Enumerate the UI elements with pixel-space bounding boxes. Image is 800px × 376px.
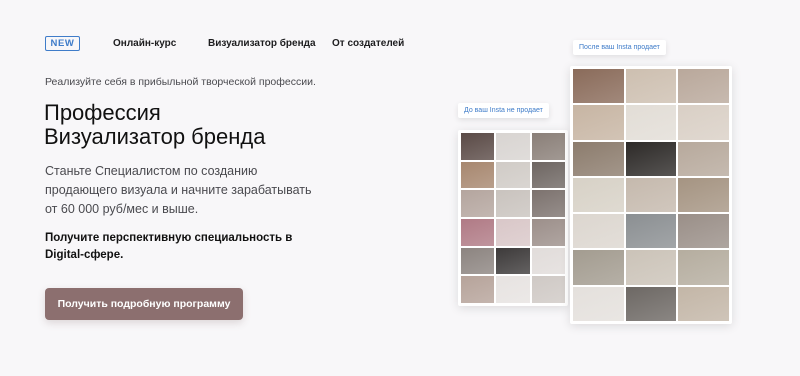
- photo-tile: [531, 247, 565, 275]
- nav-online-course[interactable]: Онлайн-курс: [113, 38, 176, 49]
- photo-tile: [625, 286, 677, 321]
- photo-tile: [461, 190, 495, 217]
- photo-tile: [678, 250, 729, 285]
- photo-tile: [531, 190, 565, 217]
- photo-tile: [625, 141, 677, 176]
- title-line-2: Визуализатор бренда: [44, 124, 266, 149]
- photo-tile: [496, 247, 530, 275]
- photo-tile: [625, 177, 677, 213]
- photo-tile: [573, 105, 624, 140]
- photo-tile: [461, 276, 495, 303]
- photo-tile: [496, 276, 530, 303]
- photo-tile: [531, 218, 565, 246]
- photo-tile: [461, 133, 495, 160]
- photo-tile: [678, 69, 729, 104]
- photo-tile: [461, 218, 495, 246]
- new-badge: NEW: [45, 36, 80, 51]
- instagram-after-mockup: [570, 66, 732, 324]
- nav-from-creators[interactable]: От создателей: [332, 38, 404, 49]
- photo-tile: [496, 218, 530, 246]
- photo-tile: [678, 141, 729, 176]
- photo-tile: [496, 190, 530, 217]
- get-program-button[interactable]: Получить подробную программу: [45, 288, 243, 320]
- hero-eyebrow: Реализуйте себя в прибыльной творческой …: [45, 76, 316, 88]
- photo-tile: [531, 276, 565, 303]
- after-photo-grid: [573, 69, 729, 321]
- photo-tile: [678, 286, 729, 321]
- photo-tile: [678, 214, 729, 249]
- photo-tile: [573, 286, 624, 321]
- photo-tile: [496, 161, 530, 189]
- photo-tile: [573, 177, 624, 213]
- photo-tile: [625, 250, 677, 285]
- photo-tile: [573, 69, 624, 104]
- hero-highlight: Получите перспективную специальность в D…: [45, 232, 293, 261]
- photo-tile: [496, 133, 530, 160]
- photo-tile: [625, 105, 677, 140]
- photo-tile: [573, 214, 624, 249]
- photo-tile: [461, 161, 495, 189]
- after-label: После ваш Insta продает: [573, 40, 666, 55]
- title-line-1: Профессия: [44, 100, 161, 125]
- photo-tile: [678, 177, 729, 213]
- hero-description: Станьте Специалистом по созданию продающ…: [45, 164, 312, 216]
- page-title: Профессия Визуализатор бренда: [44, 101, 374, 149]
- photo-tile: [573, 250, 624, 285]
- photo-tile: [573, 141, 624, 176]
- photo-tile: [678, 105, 729, 140]
- photo-tile: [531, 133, 565, 160]
- photo-tile: [625, 214, 677, 249]
- photo-tile: [531, 161, 565, 189]
- photo-tile: [461, 247, 495, 275]
- before-label: До ваш Insta не продает: [458, 103, 549, 118]
- before-photo-grid: [461, 133, 565, 303]
- photo-tile: [625, 69, 677, 104]
- instagram-before-mockup: [458, 130, 568, 306]
- nav-brand-visualizer[interactable]: Визуализатор бренда: [208, 38, 316, 49]
